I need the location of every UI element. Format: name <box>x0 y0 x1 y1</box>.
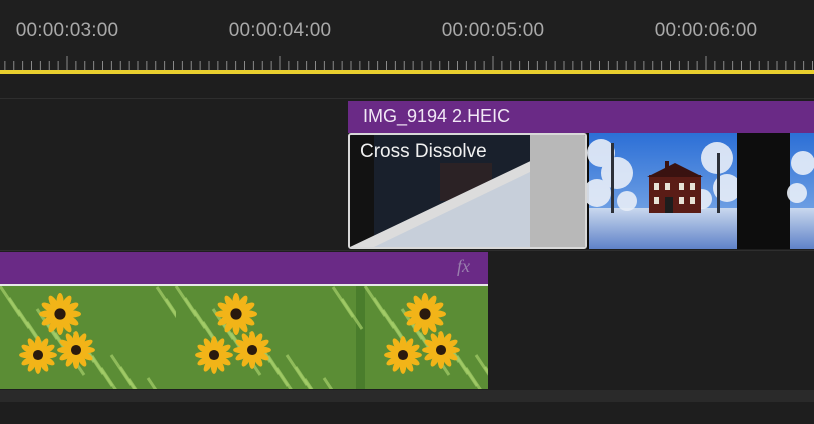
transition-label: Cross Dissolve <box>360 141 487 162</box>
timecode-label: 00:00:03:00 <box>15 20 119 41</box>
track-divider <box>0 250 814 251</box>
ruler-ticks <box>4 56 813 70</box>
work-area-bar[interactable] <box>0 70 814 74</box>
time-ruler[interactable]: 00:00:03:00 00:00:04:00 00:00:05:00 00:0… <box>0 0 814 74</box>
timecode-label: 00:00:04:00 <box>228 20 332 41</box>
timecode-label: 00:00:05:00 <box>441 20 545 41</box>
clip-header-flowers[interactable]: fx <box>0 252 488 284</box>
timecode-label: 00:00:06:00 <box>654 20 758 41</box>
clip-name: IMG_9194 2.HEIC <box>363 106 511 126</box>
black-eyed-susan-flowers-thumbnail[interactable] <box>0 286 488 389</box>
clip-header-img-9194[interactable]: IMG_9194 2.HEIC <box>348 101 814 133</box>
cross-dissolve-transition[interactable]: Cross Dissolve <box>348 133 587 249</box>
house-in-snow-thumbnail[interactable] <box>587 133 814 249</box>
timeline-scrollbar[interactable] <box>0 390 814 402</box>
fx-badge-icon[interactable]: fx <box>457 256 470 277</box>
